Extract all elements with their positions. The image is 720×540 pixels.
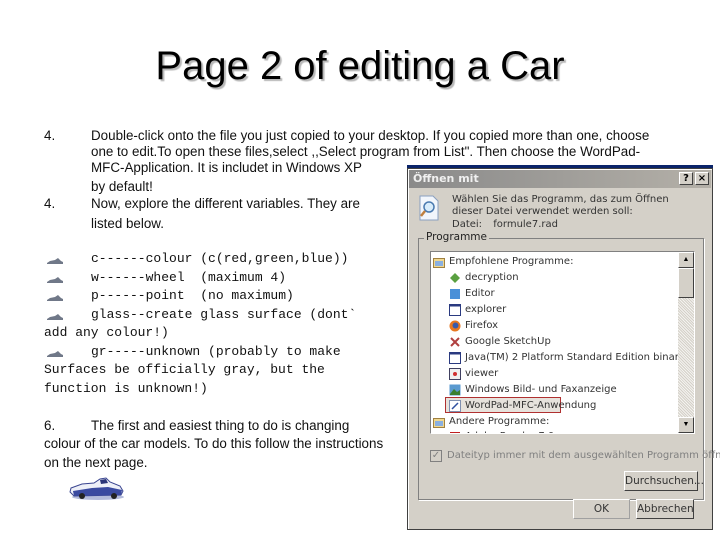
step-line: Now, explore the different variables. Th… xyxy=(91,196,360,211)
step-number: 4. xyxy=(44,128,56,143)
file-info: Datei: formule7.rad xyxy=(452,219,558,230)
dialog-title: Öffnen mit xyxy=(413,172,479,185)
window-icon xyxy=(449,304,461,316)
step-line: on the next page. xyxy=(44,455,148,470)
step-line: The first and easiest thing to do is cha… xyxy=(91,418,350,433)
step-line: one to edit.To open these files,select ,… xyxy=(91,144,641,159)
file-name: formule7.rad xyxy=(493,219,558,230)
file-label: Datei: xyxy=(452,219,483,230)
variable-gray: gr-----unknown (probably to make xyxy=(91,344,341,359)
dialog-titlebar[interactable]: Öffnen mit ? × xyxy=(409,170,711,188)
slide-title: Page 2 of editing a Car xyxy=(155,44,565,88)
programs-group: Programme Empfohlene Programme: decrypti… xyxy=(418,231,720,500)
car-icon xyxy=(47,295,63,301)
folder-icon xyxy=(433,258,445,268)
step-line: listed below. xyxy=(91,216,164,231)
close-button[interactable]: × xyxy=(695,172,709,185)
variable-point: p------point (no maximum) xyxy=(91,288,294,303)
step-4-explore-variables: 4. Now, explore the different variables.… xyxy=(44,196,404,236)
app-green-icon xyxy=(450,273,460,283)
viewer-icon xyxy=(449,368,461,380)
variable-glass-continuation: add any colour!) xyxy=(44,325,169,340)
scroll-thumb[interactable] xyxy=(678,268,694,298)
car-clipart xyxy=(69,477,124,500)
variable-wheel: w------wheel (maximum 4) xyxy=(91,270,287,285)
sketchup-icon xyxy=(450,337,460,347)
step-number: 6. xyxy=(44,418,56,433)
variable-gray-continuation: function is unknown!) xyxy=(44,381,208,396)
car-icon xyxy=(47,277,63,283)
variable-glass: glass--create glass surface (dont` xyxy=(91,307,357,322)
always-use-label: Dateityp immer mit dem ausgewählten Prog… xyxy=(447,450,720,461)
variable-gray-continuation: Surfaces be officially gray, but the xyxy=(44,362,325,377)
step-6-change-colour: 6. The first and easiest thing to do is … xyxy=(44,418,414,478)
car-icon xyxy=(47,258,63,264)
notepad-icon xyxy=(450,289,460,299)
adobe-icon xyxy=(450,432,460,433)
search-file-icon xyxy=(419,195,439,221)
car-icon xyxy=(47,314,63,320)
step-line: Double-click onto the file you just copi… xyxy=(91,128,650,143)
programs-group-label: Programme xyxy=(424,231,489,243)
list-item-program-selected[interactable]: WordPad-MFC-Anwendung xyxy=(445,397,596,413)
scroll-down-button[interactable]: ▼ xyxy=(678,417,694,433)
help-button[interactable]: ? xyxy=(679,172,693,185)
scroll-up-button[interactable]: ▲ xyxy=(678,252,694,268)
dialog-description: Wählen Sie das Programm, das zum Öffnen … xyxy=(452,194,669,217)
wordpad-icon xyxy=(449,400,461,412)
browse-button[interactable]: Durchsuchen... xyxy=(624,471,704,491)
step-number: 4. xyxy=(44,196,56,211)
program-list[interactable]: Empfohlene Programme: decryption Editor … xyxy=(430,251,695,434)
car-icon xyxy=(47,351,63,357)
folder-icon xyxy=(433,418,445,428)
cancel-button[interactable]: Abbrechen xyxy=(636,499,694,519)
window-icon xyxy=(449,352,461,364)
ok-button[interactable]: OK xyxy=(573,499,630,519)
image-viewer-icon xyxy=(449,384,461,396)
variable-colour: c------colour (c(red,green,blue)) xyxy=(91,251,349,266)
step-line: colour of the car models. To do this fol… xyxy=(44,436,384,451)
firefox-icon xyxy=(449,320,461,332)
always-use-checkbox[interactable]: ✓ xyxy=(430,450,442,462)
open-with-dialog: Öffnen mit ? × Wählen Sie das Programm, … xyxy=(407,168,720,530)
list-scrollbar[interactable]: ▲ ▼ xyxy=(678,252,694,433)
